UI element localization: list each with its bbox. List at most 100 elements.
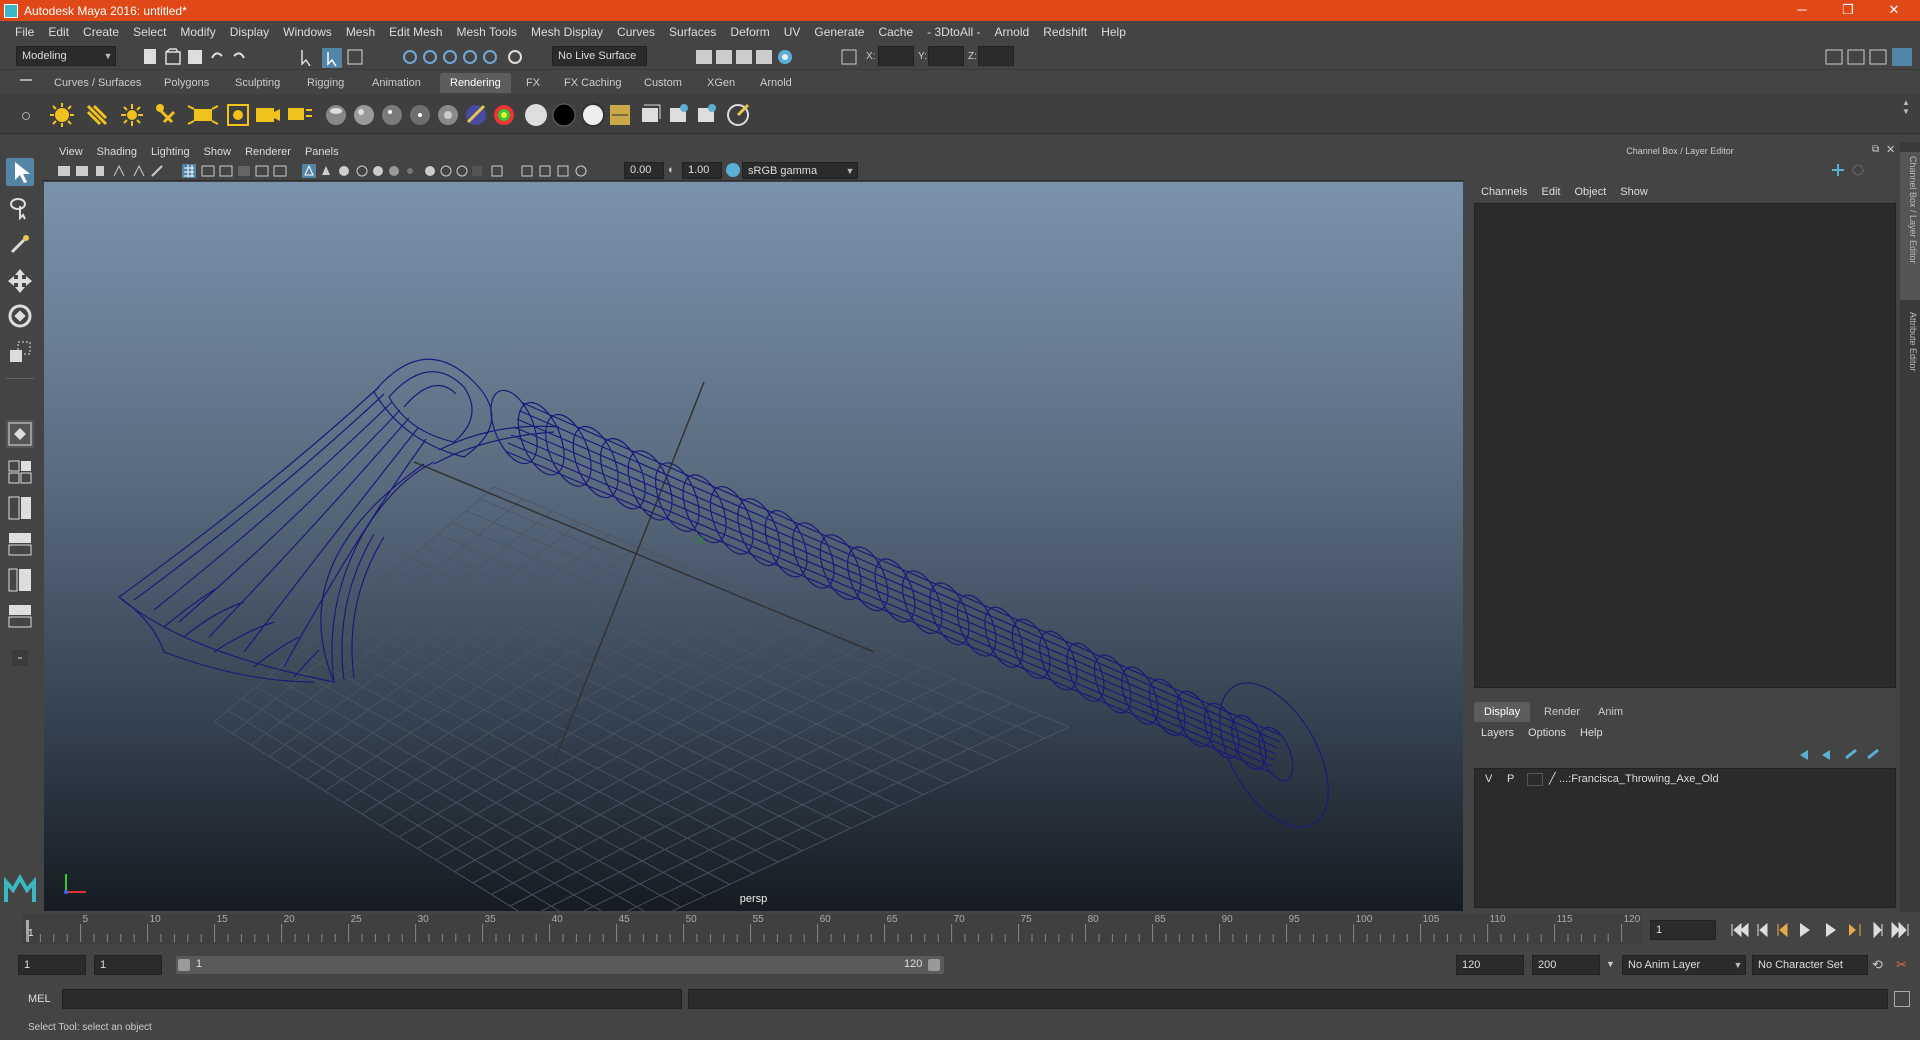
close-panel-icon[interactable]: ✕ [1886, 143, 1895, 156]
render-toolbar[interactable] [694, 46, 864, 68]
viewport-menu-panels[interactable]: Panels [298, 146, 346, 158]
tab-rigging[interactable]: Rigging [297, 73, 354, 93]
command-input[interactable] [62, 989, 682, 1009]
playback-buttons[interactable] [1726, 920, 1916, 940]
shelf-options-icon[interactable] [22, 112, 30, 120]
maximize-button[interactable]: ❐ [1826, 0, 1870, 21]
lasso-tool-button[interactable] [6, 194, 34, 222]
float-panel-icon[interactable]: ⧉ [1872, 144, 1879, 155]
script-editor-icon[interactable] [1894, 991, 1910, 1007]
tab-anim[interactable]: Anim [1588, 702, 1633, 722]
tab-animation[interactable]: Animation [362, 73, 431, 93]
close-button[interactable]: ✕ [1872, 0, 1916, 21]
layer-row[interactable]: V P ╱ ...:Francisca_Throwing_Axe_Old [1475, 772, 1895, 788]
channel-box-menu-edit[interactable]: Edit [1534, 186, 1567, 198]
menu-display[interactable]: Display [223, 25, 276, 39]
layer-type-toggle[interactable] [1527, 773, 1543, 786]
anim-layer-dropdown[interactable]: No Anim Layer ▼ [1622, 955, 1746, 975]
preferences-icon[interactable]: ✂ [1896, 957, 1907, 973]
layer-playback-toggle[interactable]: P [1507, 773, 1514, 785]
toolbox-collapse-button[interactable] [6, 644, 34, 672]
channel-box-toolbar[interactable] [1830, 162, 1870, 180]
menu-edit-mesh[interactable]: Edit Mesh [382, 25, 449, 39]
single-perspective-layout-button[interactable] [6, 420, 34, 448]
persp-outliner-layout-button[interactable] [6, 530, 34, 558]
color-space-dropdown[interactable]: sRGB gamma ▼ [742, 162, 858, 179]
chevron-down-icon[interactable]: ▼ [1606, 959, 1615, 969]
y-input[interactable] [928, 46, 964, 66]
playback-end-input[interactable]: 120 [1456, 955, 1524, 975]
viewport-menu-show[interactable]: Show [197, 146, 239, 158]
live-surface-field[interactable]: No Live Surface [552, 46, 647, 66]
side-by-side-layout-button[interactable] [6, 494, 34, 522]
shelf-scroll-icon[interactable]: ▲ ▼ [1902, 98, 1910, 116]
menu-cache[interactable]: Cache [871, 25, 920, 39]
tab-polygons[interactable]: Polygons [154, 73, 219, 93]
tab-sculpting[interactable]: Sculpting [225, 73, 290, 93]
tab-fx[interactable]: FX [516, 73, 550, 93]
perspective-viewport[interactable]: persp [44, 182, 1463, 911]
playback-start-input[interactable]: 1 [94, 955, 162, 975]
script-language-label[interactable]: MEL [28, 993, 51, 1005]
scale-tool-button[interactable] [6, 338, 34, 366]
rendering-shelf-icons[interactable] [44, 100, 844, 130]
range-end-handle[interactable] [928, 959, 940, 971]
tab-curves-surfaces[interactable]: Curves / Surfaces [44, 73, 151, 93]
menu-arnold[interactable]: Arnold [988, 25, 1037, 39]
animation-start-input[interactable]: 1 [18, 955, 86, 975]
menu-select[interactable]: Select [126, 25, 173, 39]
character-set-dropdown[interactable]: No Character Set [1752, 955, 1868, 975]
gamma-input[interactable]: 1.00 [682, 162, 722, 179]
layer-menu-layers[interactable]: Layers [1474, 727, 1521, 739]
layer-toolbar[interactable] [1796, 746, 1896, 764]
menu-file[interactable]: File [8, 25, 41, 39]
layer-name[interactable]: ...:Francisca_Throwing_Axe_Old [1559, 773, 1719, 785]
menu-mesh-tools[interactable]: Mesh Tools [450, 25, 524, 39]
shelf-menu-icon[interactable] [20, 79, 32, 81]
range-bar[interactable]: 1 120 [176, 956, 944, 974]
minimize-button[interactable]: ─ [1780, 0, 1824, 21]
menu-generate[interactable]: Generate [807, 25, 871, 39]
viewport-menu-renderer[interactable]: Renderer [238, 146, 298, 158]
menu-windows[interactable]: Windows [276, 25, 339, 39]
current-frame-input[interactable]: 1 [1650, 920, 1716, 940]
select-tool-button[interactable] [6, 158, 34, 186]
menu-3dtoall[interactable]: - 3DtoAll - [920, 25, 987, 39]
tab-custom[interactable]: Custom [634, 73, 692, 93]
channel-box-menu-object[interactable]: Object [1567, 186, 1613, 198]
menu-redshift[interactable]: Redshift [1036, 25, 1094, 39]
z-input[interactable] [978, 46, 1014, 66]
side-tab-channel-box[interactable]: Channel Box / Layer Editor [1902, 156, 1918, 264]
time-slider[interactable]: 1 5 10 15 20 25 30 35 40 45 50 55 60 65 70 75 80 85 90 95 1… [22, 914, 1642, 944]
rotate-tool-button[interactable] [6, 302, 34, 330]
viewport-menu-shading[interactable]: Shading [90, 146, 144, 158]
tab-fx-caching[interactable]: FX Caching [554, 73, 631, 93]
paint-select-tool-button[interactable] [6, 230, 34, 258]
viewport-menu-view[interactable]: View [52, 146, 90, 158]
menu-mesh[interactable]: Mesh [339, 25, 382, 39]
menu-deform[interactable]: Deform [723, 25, 776, 39]
layer-menu-help[interactable]: Help [1573, 727, 1610, 739]
menu-curves[interactable]: Curves [610, 25, 662, 39]
menu-help[interactable]: Help [1094, 25, 1133, 39]
four-view-layout-button[interactable] [6, 458, 34, 486]
persp-graph-layout-button[interactable] [6, 566, 34, 594]
menuset-dropdown[interactable]: Modeling ▼ [16, 46, 116, 66]
workspace-toolbar[interactable] [1824, 46, 1916, 68]
tab-xgen[interactable]: XGen [697, 73, 745, 93]
move-tool-button[interactable] [6, 266, 34, 294]
range-start-handle[interactable] [178, 959, 190, 971]
menu-uv[interactable]: UV [777, 25, 808, 39]
tab-render[interactable]: Render [1534, 702, 1590, 722]
color-management-icon[interactable] [726, 163, 740, 177]
layer-visibility-toggle[interactable]: V [1485, 773, 1492, 785]
auto-key-icon[interactable]: ⟲ [1872, 957, 1883, 973]
channel-box-panel[interactable] [1474, 203, 1896, 688]
channel-box-menu-show[interactable]: Show [1613, 186, 1655, 198]
status-toolbar[interactable] [140, 46, 540, 68]
side-tab-attribute-editor[interactable]: Attribute Editor [1902, 312, 1918, 372]
menu-surfaces[interactable]: Surfaces [662, 25, 723, 39]
hypershade-layout-button[interactable] [6, 602, 34, 630]
tab-arnold[interactable]: Arnold [750, 73, 802, 93]
menu-edit[interactable]: Edit [41, 25, 76, 39]
